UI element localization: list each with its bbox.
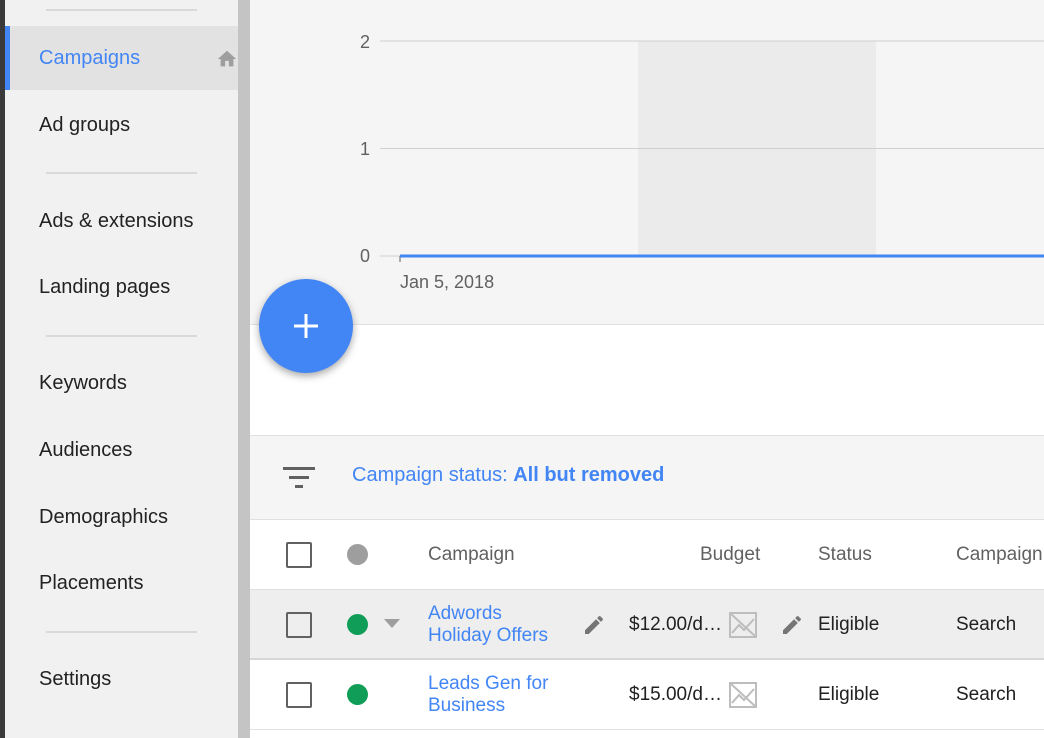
campaign-type-cell: Search <box>956 684 1017 705</box>
sidebar-item-label: Demographics <box>39 505 168 528</box>
sidebar-item-label: Settings <box>39 667 112 690</box>
sidebar-scrollbar[interactable] <box>238 0 250 738</box>
sidebar-item-label: Campaigns <box>39 46 141 69</box>
column-header-campaign[interactable]: Campaign <box>428 544 515 566</box>
sidebar-item-campaigns[interactable]: Campaigns <box>5 26 238 90</box>
budget-cell: $12.00/d… <box>629 614 722 635</box>
chart-footer <box>250 325 1044 436</box>
enabled-status-dot[interactable] <box>347 684 368 705</box>
dropdown-arrow-icon[interactable] <box>384 619 400 629</box>
performance-chart: 2 1 0 Jan 5, 2018 <box>250 0 1044 325</box>
row-checkbox[interactable] <box>286 682 312 708</box>
table-row[interactable]: Adwords Holiday Offers $12.00/d… Eligibl… <box>250 590 1044 660</box>
sidebar-divider <box>46 335 197 337</box>
sidebar-item-label: Ad groups <box>39 113 131 136</box>
status-cell: Eligible <box>818 614 880 635</box>
column-header-budget[interactable]: Budget <box>700 544 760 566</box>
sidebar-item-label: Ads & extensions <box>39 209 194 232</box>
row-checkbox[interactable] <box>286 612 312 638</box>
budget-cell: $15.00/d… <box>629 684 722 705</box>
sidebar-item-keywords[interactable]: Keywords <box>5 351 238 415</box>
campaign-type-cell: Search <box>956 614 1017 635</box>
sidebar-divider <box>46 9 197 11</box>
main-content: 2 1 0 Jan 5, 2018 Campaign status: All b… <box>250 0 1044 738</box>
campaign-name-link[interactable]: Adwords Holiday Offers <box>428 603 568 647</box>
sidebar-item-demographics[interactable]: Demographics <box>5 485 238 549</box>
sidebar-item-landing-pages[interactable]: Landing pages <box>5 255 238 319</box>
pencil-icon[interactable] <box>582 613 606 637</box>
add-campaign-button[interactable] <box>259 279 353 373</box>
table-header: Campaign Budget Status Campaign <box>250 520 1044 590</box>
column-header-status[interactable]: Status <box>818 544 872 566</box>
sidebar-item-placements[interactable]: Placements <box>5 551 238 615</box>
sidebar-divider <box>46 172 197 174</box>
table-row[interactable]: Leads Gen for Business $15.00/d… Eligibl… <box>250 660 1044 730</box>
campaign-status-filter[interactable]: Campaign status: All but removed <box>352 464 664 487</box>
sidebar-divider <box>46 631 197 633</box>
sidebar-item-label: Placements <box>39 571 144 594</box>
filter-label: Campaign status: <box>352 464 514 486</box>
sidebar-item-audiences[interactable]: Audiences <box>5 418 238 482</box>
filter-value: All but removed <box>513 464 665 486</box>
x-tick-label: Jan 5, 2018 <box>400 272 494 292</box>
y-tick-label: 2 <box>360 32 370 52</box>
home-icon[interactable] <box>216 48 238 70</box>
sidebar-item-label: Audiences <box>39 438 133 461</box>
campaign-name-link[interactable]: Leads Gen for Business <box>428 673 568 717</box>
status-cell: Eligible <box>818 684 880 705</box>
filter-bar: Campaign status: All but removed <box>250 436 1044 520</box>
filter-icon[interactable] <box>283 464 315 492</box>
sidebar-item-settings[interactable]: Settings <box>5 647 238 711</box>
chart-svg: 2 1 0 Jan 5, 2018 <box>360 32 1044 292</box>
column-header-campaign-type[interactable]: Campaign <box>956 544 1043 566</box>
y-tick-label: 1 <box>360 139 370 159</box>
sidebar-item-ad-groups[interactable]: Ad groups <box>5 93 238 157</box>
select-all-checkbox[interactable] <box>286 542 312 568</box>
sidebar-item-label: Keywords <box>39 371 127 394</box>
sidebar-item-label: Landing pages <box>39 275 171 298</box>
pencil-icon[interactable] <box>780 613 804 637</box>
add-icon <box>294 314 318 338</box>
chart-off-icon <box>729 682 757 708</box>
status-header-icon[interactable] <box>347 544 368 565</box>
y-tick-label: 0 <box>360 246 370 266</box>
chart-off-icon <box>729 612 757 638</box>
sidebar-nav: Campaigns Ad groups Ads & extensions Lan… <box>5 0 238 738</box>
enabled-status-dot[interactable] <box>347 614 368 635</box>
sidebar-item-ads-extensions[interactable]: Ads & extensions <box>5 189 238 253</box>
